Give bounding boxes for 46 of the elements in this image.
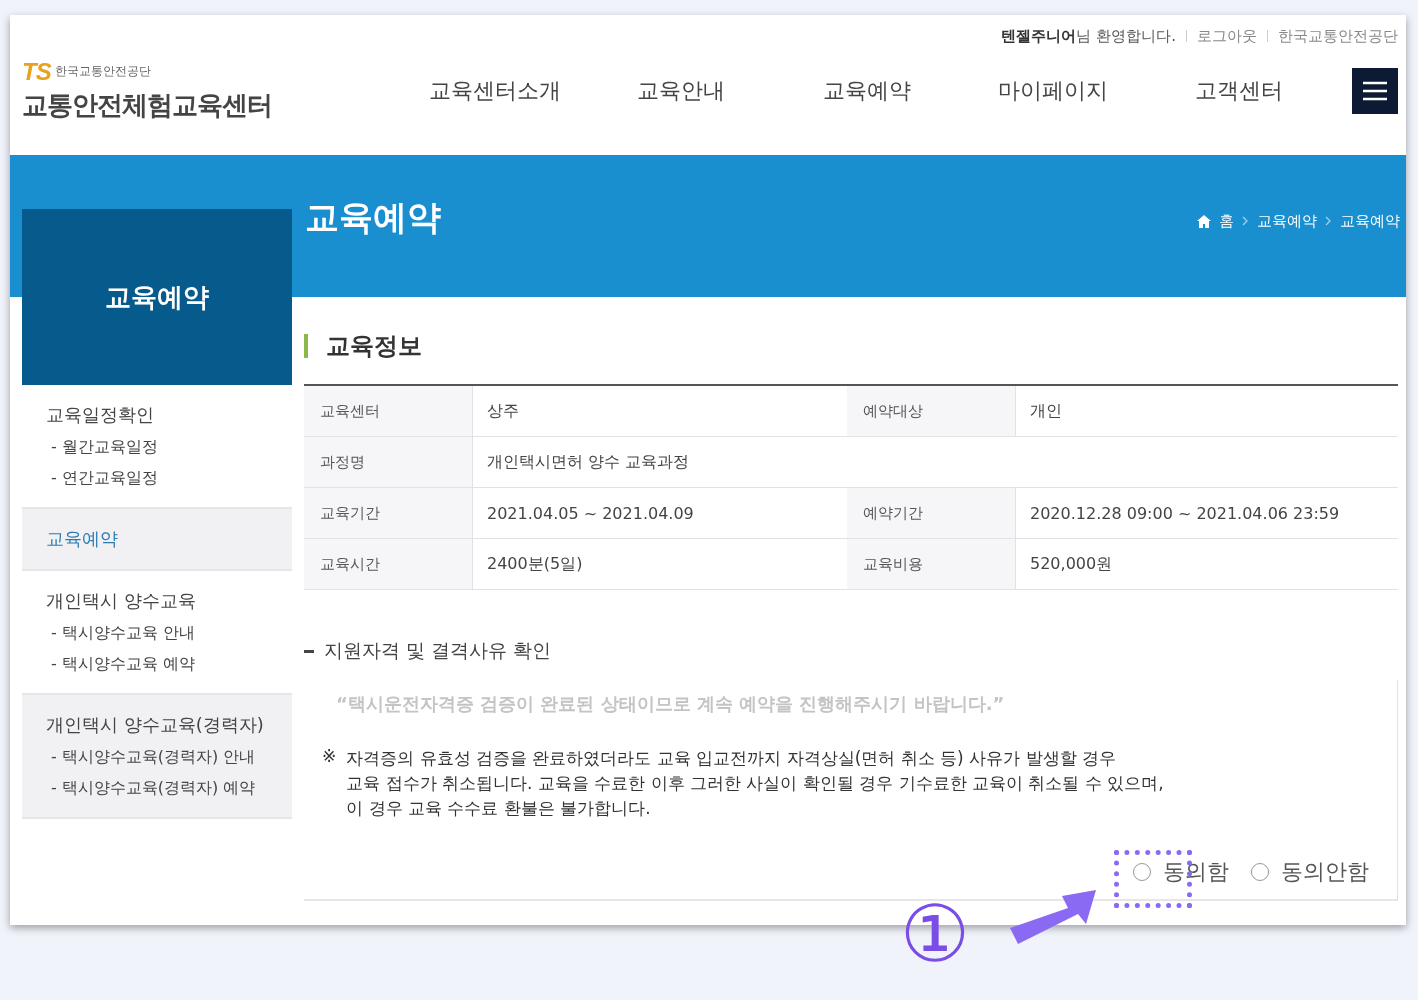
menu-button[interactable] (1352, 68, 1398, 114)
sidebar-subitem[interactable]: - 연간교육일정 (46, 468, 292, 489)
note-mark: ※ (322, 746, 337, 768)
note-text: 자격증의 유효성 검증을 완료하였더라도 교육 입교전까지 자격상실(면허 취소 등) 사유가 발생할 경우 교육 접수가 취소됩니다. 교육을 수료한 이후 그러한 사실이 확인될 경우 기수료한 교육이 취소될 수 있으며, 이 경우 교육 수수료 환불은 불가합니다. (346, 747, 1164, 820)
sidebar-item[interactable]: 교육일정확인 (46, 403, 292, 427)
sidebar-item[interactable]: 개인택시 양수교육 (46, 589, 292, 613)
agree-radio[interactable]: 동의함 (1133, 857, 1229, 887)
logo-mark: TS (22, 57, 51, 86)
nav-item[interactable]: 교육안내 (588, 76, 774, 106)
nav-item[interactable]: 교육예약 (774, 76, 960, 106)
breadcrumb-link[interactable]: 홈 (1219, 211, 1234, 231)
table-header-cell: 교육센터 (304, 385, 473, 437)
site-title: 교통안전체험교육센터 (22, 88, 273, 122)
sidebar-subitem[interactable]: - 택시양수교육(경력자) 안내 (46, 747, 292, 768)
agree-radio[interactable]: 동의안함 (1251, 857, 1369, 887)
table-header-cell: 교육비용 (847, 538, 1016, 590)
table-header-cell: 교육기간 (304, 487, 473, 539)
org-name: 한국교통안전공단 (54, 63, 151, 80)
table-header-cell: 예약대상 (847, 385, 1016, 437)
util-link[interactable]: 한국교통안전공단 (1278, 26, 1398, 46)
sidebar-subitem[interactable]: - 택시양수교육 예약 (46, 654, 292, 675)
welcome-text: 텐젤주니어님 환영합니다. (1001, 26, 1176, 46)
subsection-title: 지원자격 및 결격사유 확인 (324, 638, 552, 663)
util-link[interactable]: 로그아웃 (1197, 26, 1257, 46)
notice-quote: “택시운전자격증 검증이 완료된 상태이므로 계속 예약을 진행해주시기 바랍니다.” (336, 692, 1006, 716)
nav-item[interactable]: 마이페이지 (960, 76, 1146, 106)
nav-item[interactable]: 교육센터소개 (402, 76, 588, 106)
section-title: 교육정보 (304, 334, 1398, 358)
table-header-cell: 과정명 (304, 436, 473, 488)
nav-item[interactable]: 고객센터 (1146, 76, 1332, 106)
menu-icon (1363, 81, 1387, 101)
chevron-icon (1325, 216, 1332, 226)
sidebar-subitem[interactable]: - 택시양수교육 안내 (46, 623, 292, 644)
table-header-cell: 예약기간 (847, 487, 1016, 539)
breadcrumb-link[interactable]: 교육예약 (1340, 211, 1400, 231)
home-icon (1197, 214, 1211, 228)
page-title: 교육예약 (305, 196, 441, 239)
chevron-icon (1242, 216, 1249, 226)
step-number: ① (900, 895, 970, 973)
table-header-cell: 교육시간 (304, 538, 473, 590)
sidebar-title: 교육예약 (22, 209, 292, 385)
sidebar-item[interactable]: 교육예약 (46, 527, 292, 551)
sidebar-subitem[interactable]: - 택시양수교육(경력자) 예약 (46, 778, 292, 799)
breadcrumb-link[interactable]: 교육예약 (1257, 211, 1317, 231)
sidebar-subitem[interactable]: - 월간교육일정 (46, 437, 292, 458)
sidebar-item[interactable]: 개인택시 양수교육(경력자) (46, 713, 292, 737)
